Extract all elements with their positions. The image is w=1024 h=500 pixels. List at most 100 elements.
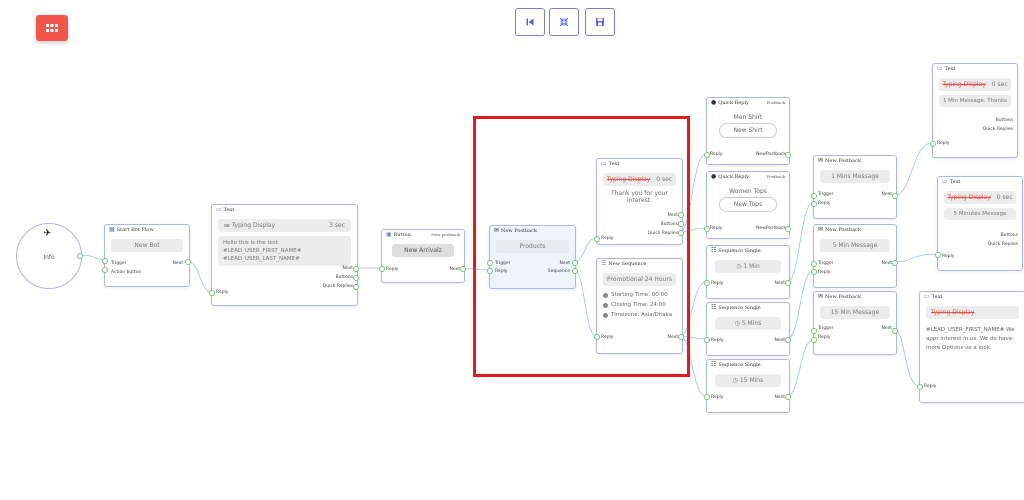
port-dot[interactable] [785, 226, 791, 232]
list-icon: ☷ [711, 361, 717, 368]
port-dot[interactable] [785, 152, 791, 158]
port-next: NewPostback [756, 226, 786, 231]
quick-reply-button[interactable]: New Tops [719, 197, 777, 212]
port-dot[interactable] [209, 290, 215, 296]
port-reply: Reply [710, 152, 723, 157]
fit-view-button[interactable] [549, 8, 579, 36]
text-node[interactable]: ▭ Text Typing Display 0 sec 1 Min Message… [932, 63, 1018, 158]
port-dot[interactable] [185, 259, 191, 265]
text-node[interactable]: ▭ Text ⌨ Typing Display 3 sec Hello this … [211, 204, 358, 306]
compress-icon [559, 17, 569, 27]
port-dot[interactable] [917, 384, 923, 390]
sequence-single-node[interactable]: ☷ Sequence Single ◷ 15 Mins Reply Next [706, 359, 790, 413]
port-dot[interactable] [811, 261, 817, 267]
port-next: Next [881, 192, 892, 197]
port-dot[interactable] [704, 337, 710, 343]
text-node[interactable]: ▭ Text Typing Display 0 sec 5 Minutes Mes… [937, 176, 1023, 271]
port-quick-replies: Quick Replies [982, 127, 1013, 132]
postback-node[interactable]: ✉ New Postback 5 Min Message Trigger Repl… [813, 224, 897, 288]
sequence-single-node[interactable]: ☷ Sequence Single ◷ 5 Mins Reply Next [706, 302, 790, 356]
typing-display: Typing Display 0 sec [944, 191, 1016, 204]
port-dot[interactable] [353, 275, 359, 281]
port-dot[interactable] [892, 193, 898, 199]
sequence-single-node[interactable]: ☷ Sequence Single ◷ 1 Min Reply Next [706, 245, 790, 299]
typing-label: Typing Display [931, 309, 975, 316]
clock-icon: ◷ [732, 377, 738, 384]
text-node[interactable]: ▭ Text Typing Display #LEAD_USER_FIRST_NA… [919, 291, 1024, 403]
chat-icon: ● [711, 99, 717, 106]
port-dot[interactable] [353, 284, 359, 290]
port-dot[interactable] [704, 394, 710, 400]
port-dot[interactable] [785, 337, 791, 343]
port-dot[interactable] [811, 193, 817, 199]
port-dot[interactable] [811, 337, 817, 343]
quick-reply-node[interactable]: ● Quick Reply Postback Women Tops New Tops… [706, 171, 790, 239]
start-node[interactable]: ✈ Info [16, 223, 82, 289]
keyboard-icon: ⌨ [224, 223, 230, 228]
port-next: NewPostback [756, 152, 786, 157]
postback-label: 15 Min Message [820, 306, 890, 319]
port-dot[interactable] [892, 328, 898, 334]
port-reply: Reply [924, 384, 937, 389]
port-dot[interactable] [935, 252, 941, 258]
port-dot[interactable] [102, 267, 108, 273]
typing-time: 0 sec [996, 194, 1013, 201]
port-dot[interactable] [379, 266, 385, 272]
port-trigger: Trigger [818, 192, 834, 197]
node-title: New Postback [825, 227, 861, 233]
highlight-box [473, 116, 690, 377]
quick-reply-button[interactable]: New Shirt [719, 123, 777, 138]
port-dot[interactable] [704, 152, 710, 158]
port-dot[interactable] [811, 328, 817, 334]
start-label: Info [43, 254, 55, 261]
save-icon [596, 18, 604, 26]
button-node[interactable]: ▣ Button New postback New Arrivalz Reply N… [381, 229, 465, 283]
port-dot[interactable] [460, 266, 466, 272]
postback-node[interactable]: ✉ New Postback 15 Min Message Trigger Rep… [813, 291, 897, 355]
port-dot[interactable] [785, 394, 791, 400]
port-dot[interactable] [811, 269, 817, 275]
delay-value: 15 Mins [739, 377, 764, 384]
quick-reply-text: Women Tops [729, 188, 767, 195]
menu-button[interactable] [36, 15, 68, 41]
port-reply: Reply [711, 338, 724, 343]
quick-reply-text: Men Shirt [733, 114, 763, 121]
port-dot[interactable] [704, 226, 710, 232]
quick-reply-node[interactable]: ● Quick Reply Postback Men Shirt New Shirt… [706, 97, 790, 165]
node-title: Quick Reply [718, 174, 749, 180]
port-trigger: Trigger [818, 261, 834, 266]
port-dot[interactable] [811, 201, 817, 207]
button-icon: ▣ [386, 231, 392, 238]
start-bot-flow-node[interactable]: ▦ Start Bot Flow New Bot Trigger Action b… [104, 224, 190, 287]
clock-icon: ◷ [736, 263, 742, 270]
port-reply: Reply [216, 290, 229, 295]
node-title: Quick Reply [718, 100, 749, 106]
port-dot[interactable] [102, 258, 108, 264]
port-next: Next [342, 266, 353, 271]
typing-display: Typing Display 0 sec [939, 78, 1011, 91]
clock-icon: ◷ [734, 320, 740, 327]
airplane-icon: ✈ [43, 228, 52, 239]
node-title: Sequence Single [718, 305, 761, 311]
port-dot[interactable] [930, 141, 936, 147]
port-buttons: Buttons [995, 118, 1013, 123]
port-dot[interactable] [77, 253, 83, 259]
port-dot[interactable] [892, 260, 898, 266]
typing-time: 3 sec [329, 222, 345, 229]
node-title: Text [944, 66, 956, 72]
postback-label: 5 Min Message [820, 239, 890, 252]
port-quick-replies: Quick Replies [987, 242, 1018, 247]
node-title: Sequence Single [718, 362, 761, 368]
port-dot[interactable] [785, 280, 791, 286]
postback-node[interactable]: ✉ New Postback 1 Mins Message Trigger Rep… [813, 155, 897, 219]
port-next: Next [881, 261, 892, 266]
port-next: Next [774, 281, 785, 286]
port-dot[interactable] [353, 266, 359, 272]
port-buttons: Buttons [1000, 233, 1018, 238]
skip-back-icon [526, 18, 534, 26]
port-dot[interactable] [704, 280, 710, 286]
reset-button[interactable] [515, 8, 545, 36]
node-title: Sequence Single [718, 248, 761, 254]
save-button[interactable] [585, 8, 615, 36]
chat-icon: ● [711, 173, 717, 180]
